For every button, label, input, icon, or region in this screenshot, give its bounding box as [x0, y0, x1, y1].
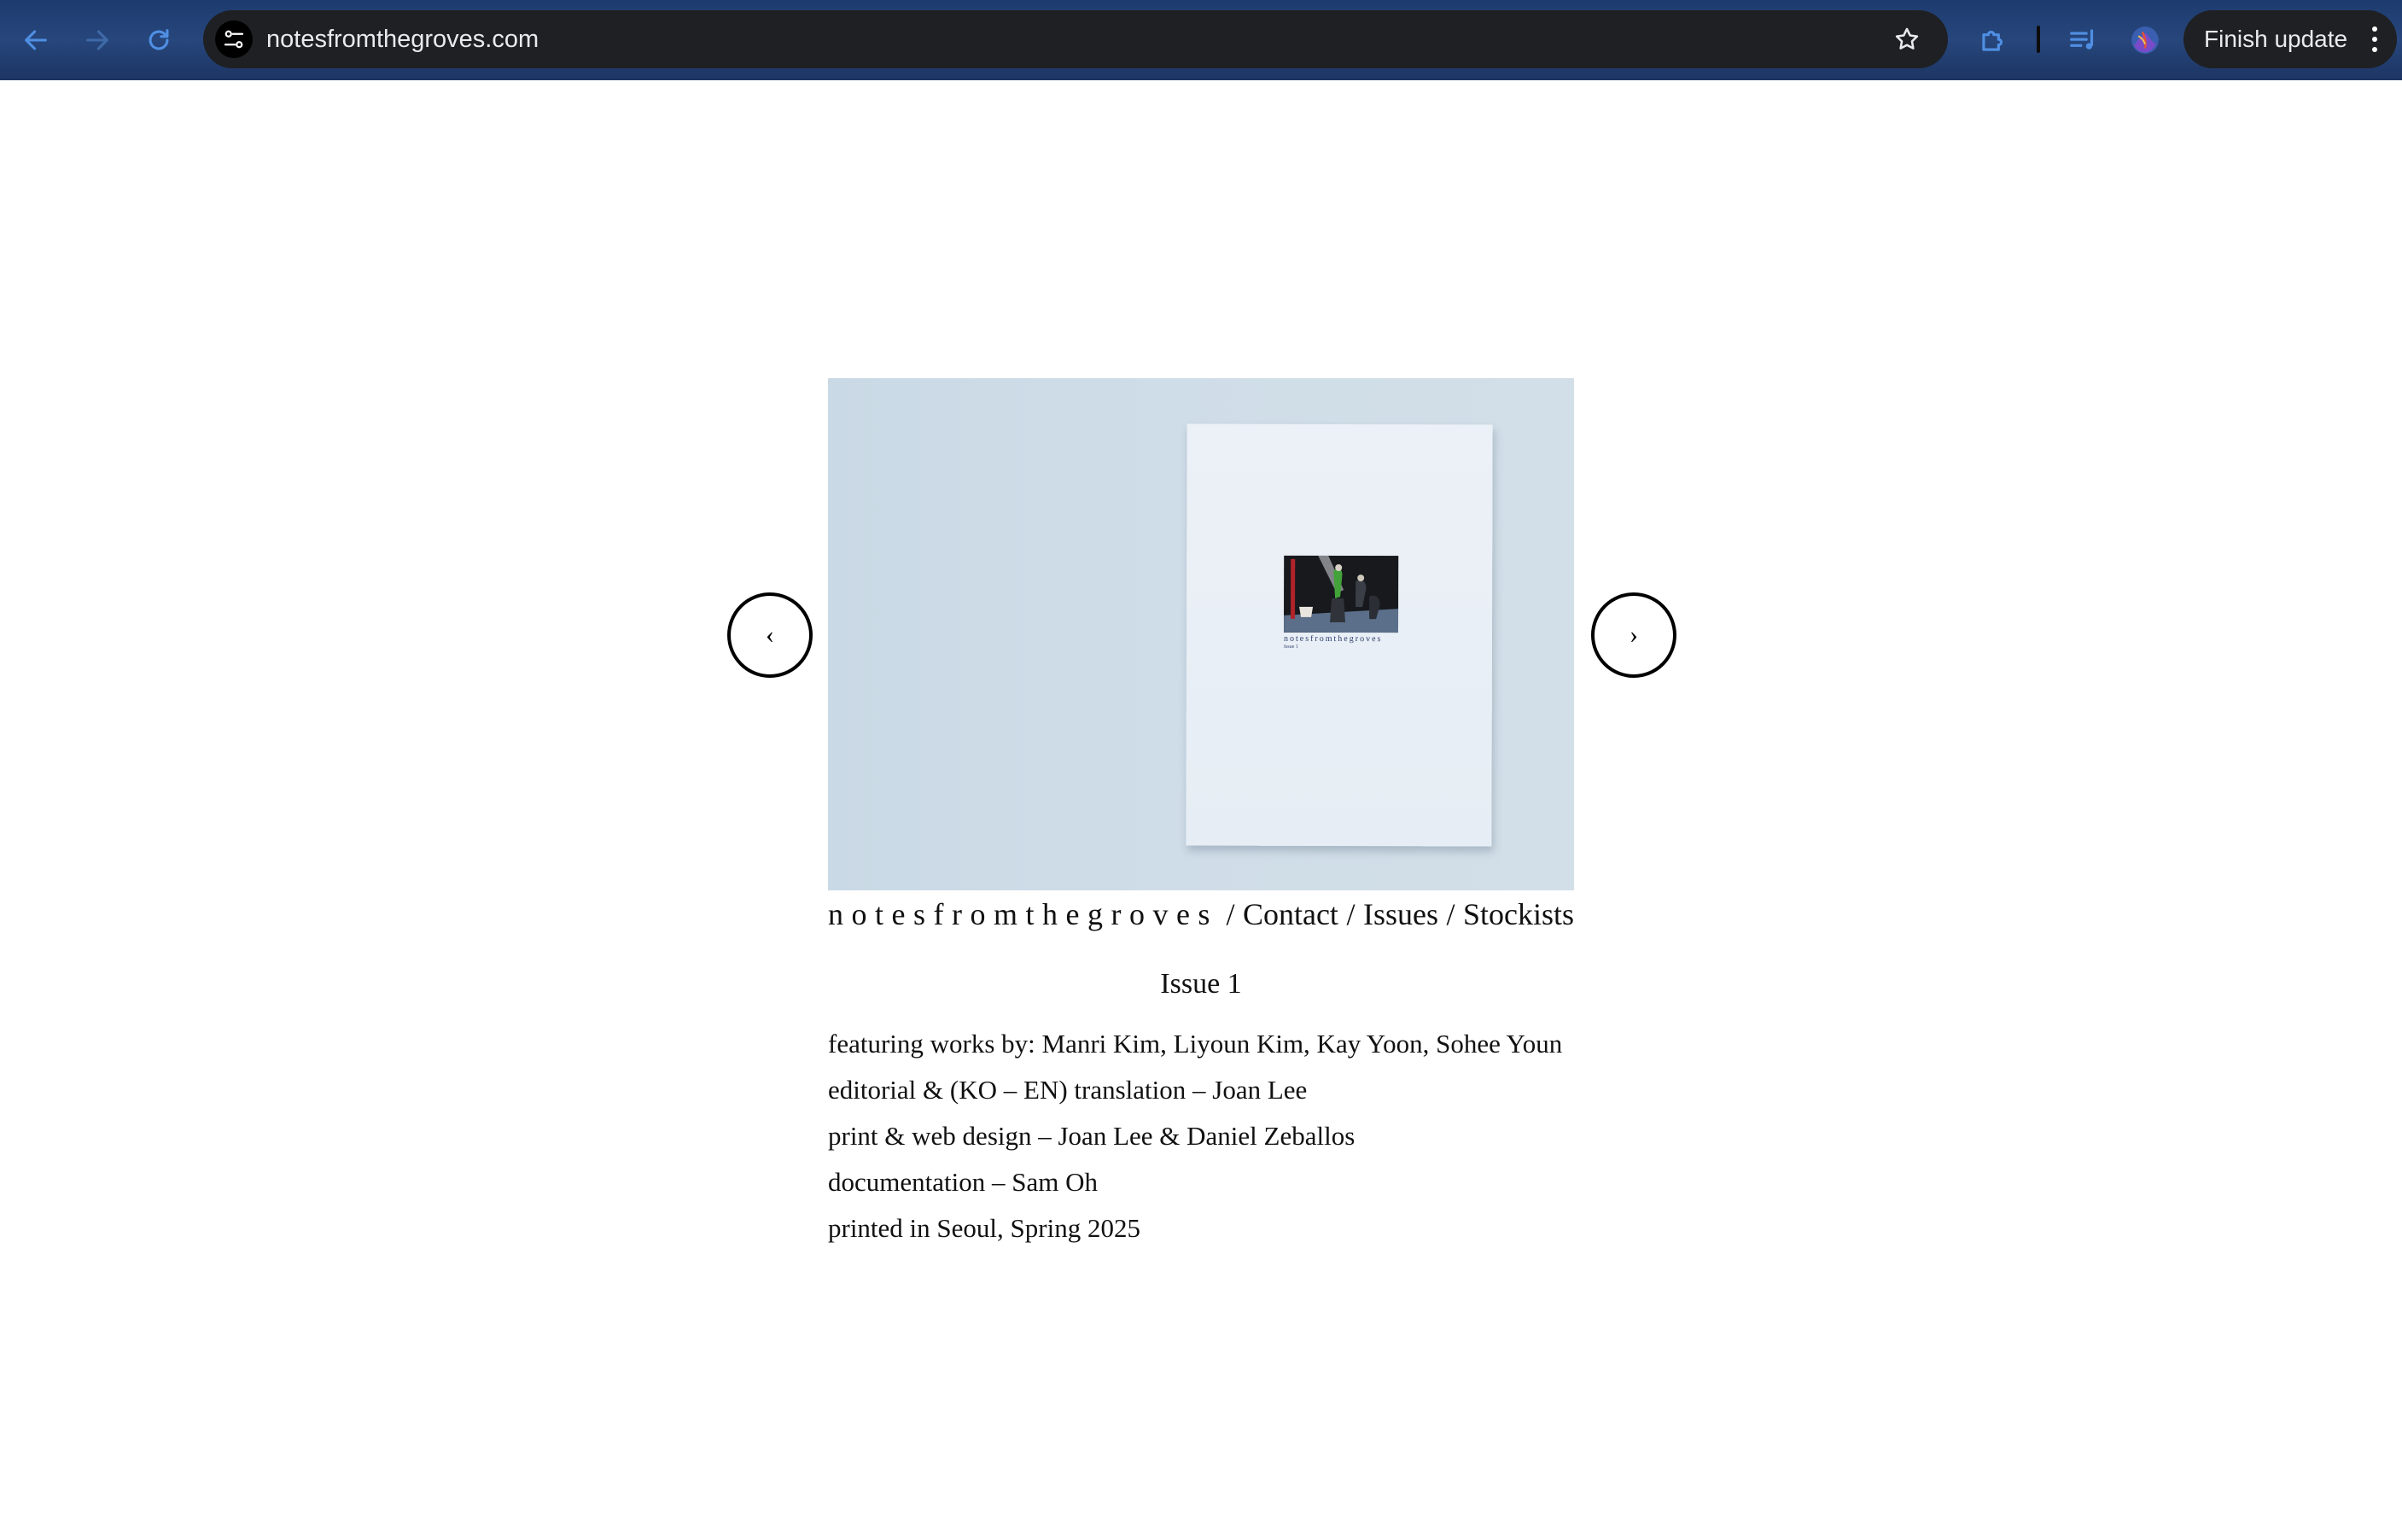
- star-icon: [1895, 27, 1919, 50]
- url-text[interactable]: notesfromthegroves.com: [266, 10, 539, 68]
- site-settings-button[interactable]: [215, 20, 253, 58]
- cover-photo-art: [1284, 555, 1399, 633]
- chevron-left-icon: ‹: [766, 621, 774, 649]
- arrow-left-icon: [25, 30, 47, 50]
- playlist-icon: [2070, 29, 2094, 50]
- profile-button[interactable]: [2124, 19, 2166, 61]
- toolbar-divider: [2037, 26, 2040, 53]
- address-bar[interactable]: notesfromthegroves.com: [203, 10, 1948, 68]
- extensions-button[interactable]: [1972, 19, 2014, 61]
- site-navigation: notesfromthegroves / Contact / Issues / …: [828, 893, 1574, 936]
- issue-title: Issue 1: [1160, 968, 1242, 1000]
- nav-separator: /: [1226, 897, 1235, 931]
- forward-button[interactable]: [77, 20, 118, 61]
- carousel-image: notesfromthegroves Issue 1: [828, 378, 1574, 890]
- cover-caption: notesfromthegroves: [1283, 633, 1383, 645]
- magazine-cover: notesfromthegroves Issue 1: [1186, 423, 1493, 847]
- reload-button[interactable]: [138, 20, 179, 61]
- nav-separator: /: [1446, 897, 1455, 931]
- puzzle-icon: [1982, 30, 2003, 51]
- tune-icon: [224, 30, 244, 49]
- avatar-icon: [2131, 26, 2159, 54]
- nav-link-contact[interactable]: Contact: [1243, 896, 1338, 932]
- credits-line: documentation – Sam Oh: [828, 1167, 1098, 1197]
- back-button[interactable]: [15, 20, 56, 61]
- site-brand-link[interactable]: notesfromthegroves: [828, 896, 1218, 932]
- finish-update-button[interactable]: Finish update: [2183, 10, 2397, 68]
- media-controls-button[interactable]: [2062, 19, 2105, 61]
- kebab-menu-icon[interactable]: [2370, 26, 2380, 52]
- arrow-right-icon: [86, 30, 108, 50]
- browser-toolbar: notesfromthegroves.com Finish update: [0, 0, 2402, 80]
- carousel-next-button[interactable]: ›: [1591, 592, 1676, 678]
- credits-line: printed in Seoul, Spring 2025: [828, 1213, 1140, 1243]
- finish-update-label: Finish update: [2204, 26, 2348, 52]
- nav-separator: /: [1346, 897, 1355, 931]
- cover-issue-label: Issue 1: [1283, 644, 1298, 650]
- cover-photo: [1284, 555, 1399, 633]
- reload-icon: [149, 29, 169, 50]
- chevron-right-icon: ›: [1630, 621, 1638, 649]
- credits-list: featuring works by: Manri Kim, Liyoun Ki…: [828, 1024, 1596, 1255]
- credits-line: print & web design – Joan Lee & Daniel Z…: [828, 1121, 1355, 1151]
- carousel-prev-button[interactable]: ‹: [727, 592, 813, 678]
- nav-link-stockists[interactable]: Stockists: [1463, 896, 1574, 932]
- credits-line: editorial & (KO – EN) translation – Joan…: [828, 1075, 1308, 1105]
- bookmark-button[interactable]: [1890, 22, 1924, 56]
- credits-line: featuring works by: Manri Kim, Liyoun Ki…: [828, 1029, 1563, 1059]
- nav-link-issues[interactable]: Issues: [1363, 896, 1438, 932]
